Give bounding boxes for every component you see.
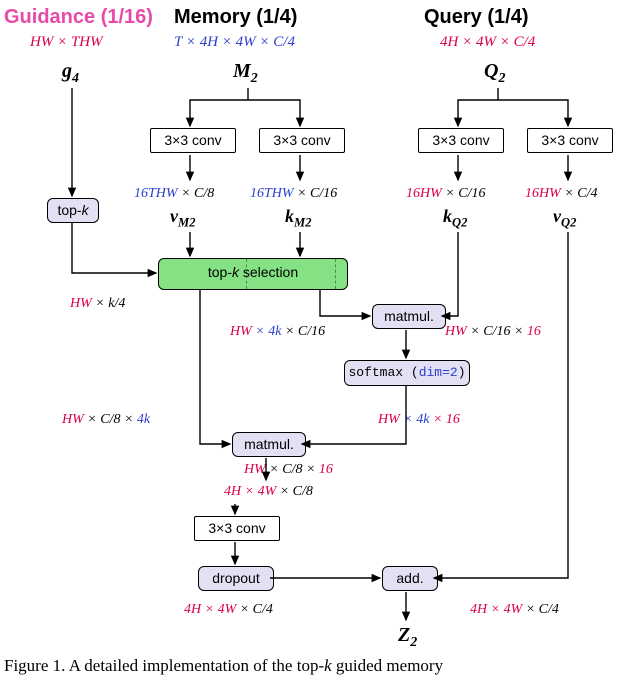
conv-query-right: 3×3 conv xyxy=(527,128,613,153)
header-guidance: Guidance (1/16) xyxy=(4,6,153,29)
dim-topk-out: HW × k/4 xyxy=(70,296,125,312)
dim-mm1-left: HW × 4k × C/16 xyxy=(230,324,325,340)
dim-kq2: 16HW × C/16 xyxy=(406,186,485,202)
dropout-box: dropout xyxy=(198,566,274,591)
topk-selection-box: top-k selection xyxy=(158,258,348,290)
dim-memory: T × 4H × 4W × C/4 xyxy=(174,34,295,51)
dim-query: 4H × 4W × C/4 xyxy=(440,34,535,51)
var-kM2: kM2 xyxy=(285,206,312,231)
var-Z2: Z2 xyxy=(398,624,417,651)
conv-mem-left: 3×3 conv xyxy=(150,128,236,153)
header-query: Query (1/4) xyxy=(424,6,528,29)
conv-mem-right: 3×3 conv xyxy=(259,128,345,153)
add-box: add. xyxy=(382,566,438,591)
dim-vpath: HW × C/8 × 4k xyxy=(62,412,150,428)
matmul-2: matmul. xyxy=(232,432,306,457)
topk-box: top-k xyxy=(47,198,99,223)
conv-query-left: 3×3 conv xyxy=(418,128,504,153)
var-g4: g4 xyxy=(62,60,79,87)
header-memory: Memory (1/4) xyxy=(174,6,297,29)
matmul-1: matmul. xyxy=(372,304,446,329)
var-Q2: Q2 xyxy=(484,60,505,87)
dim-guidance: HW × THW xyxy=(30,34,103,51)
dim-final-right: 4H × 4W × C/4 xyxy=(470,602,559,618)
dim-km2: 16THW × C/16 xyxy=(250,186,337,202)
var-vM2: vM2 xyxy=(170,206,196,231)
dim-mm1-right: HW × C/16 × 16 xyxy=(445,324,541,340)
dim-final-left: 4H × 4W × C/4 xyxy=(184,602,273,618)
dim-softmax-out: HW × 4k × 16 xyxy=(378,412,460,428)
conv-bottom: 3×3 conv xyxy=(194,516,280,541)
dim-reshape: 4H × 4W × C/8 xyxy=(224,484,313,500)
var-kQ2: kQ2 xyxy=(443,206,467,231)
dim-vm2: 16THW × C/8 xyxy=(134,186,214,202)
figure-caption: Figure 1. A detailed implementation of t… xyxy=(4,656,634,676)
dim-mm2-out: HW × C/8 × 16 xyxy=(244,462,333,478)
dim-vq2: 16HW × C/4 xyxy=(525,186,597,202)
var-M2: M2 xyxy=(233,60,258,87)
softmax-box: softmax (dim=2) xyxy=(344,360,470,386)
var-vQ2: vQ2 xyxy=(553,206,576,231)
